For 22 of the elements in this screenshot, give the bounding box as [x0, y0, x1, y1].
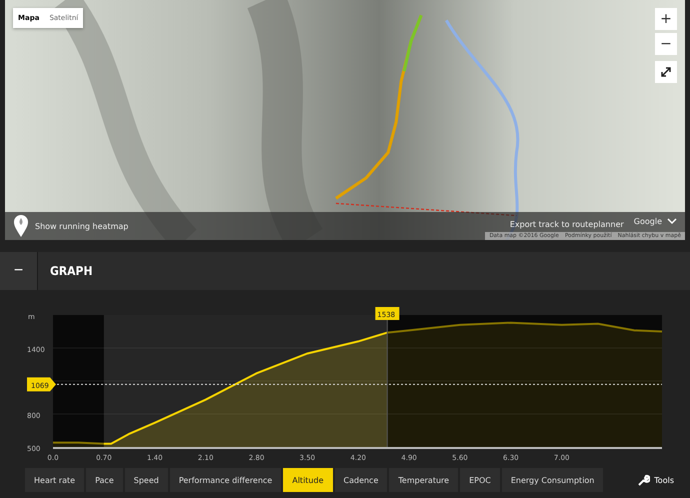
collapse-button[interactable]: − [0, 252, 38, 290]
metric-tab[interactable]: Speed [124, 468, 168, 492]
metric-tab[interactable]: Heart rate [25, 468, 84, 492]
zoom-in-button[interactable]: + [655, 8, 677, 30]
chevron-down-icon [667, 218, 677, 225]
metric-tab[interactable]: Pace [86, 468, 123, 492]
metric-tab[interactable]: EPOC [460, 468, 500, 492]
metric-tab[interactable]: Altitude [283, 468, 332, 492]
heatmap-toggle[interactable]: Show running heatmap [13, 214, 128, 238]
metric-tab[interactable]: Temperature [389, 468, 458, 492]
section-title: GRAPH [50, 264, 92, 278]
tools-button[interactable]: Tools [632, 473, 680, 487]
provider-dropdown[interactable]: Google [634, 217, 677, 226]
expand-arrows-icon [660, 66, 672, 78]
metric-tab[interactable]: Cadence [334, 468, 388, 492]
metric-tab[interactable]: Performance difference [170, 468, 282, 492]
zoom-out-button[interactable]: − [655, 33, 677, 55]
metric-tab[interactable]: Energy Consumption [502, 468, 604, 492]
fullscreen-button[interactable] [655, 61, 677, 83]
export-link[interactable]: Export track to routeplanner [510, 220, 624, 229]
wrench-icon [638, 474, 650, 486]
pin-icon [13, 214, 29, 238]
